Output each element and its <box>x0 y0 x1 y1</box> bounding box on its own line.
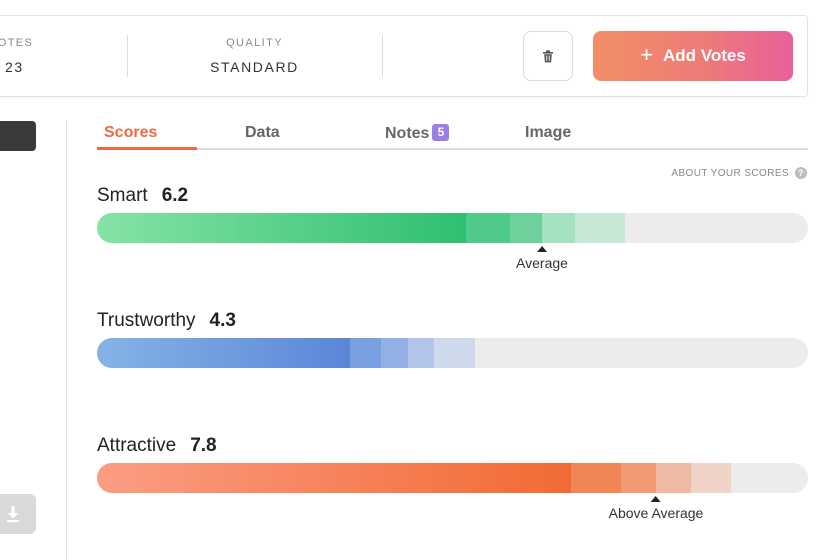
score-fill <box>97 463 571 493</box>
download-button[interactable] <box>0 494 36 534</box>
votes-value: 23 <box>5 59 24 75</box>
tab-notes-label: Notes <box>385 125 430 142</box>
marker-label: Average <box>516 255 568 271</box>
marker-triangle <box>651 496 661 502</box>
score-bar-attractive <box>97 463 808 493</box>
quality-label: QUALITY <box>226 37 283 49</box>
score-bar-smart <box>97 213 808 243</box>
score-band <box>510 213 542 243</box>
marker-triangle <box>537 246 547 252</box>
stats-card: VOTES 23 QUALITY STANDARD + Add Votes <box>0 15 808 97</box>
trash-icon <box>543 49 553 62</box>
score-value: 6.2 <box>161 185 189 206</box>
add-votes-label: Add Votes <box>663 46 746 65</box>
sidebar-divider <box>66 120 67 560</box>
score-fill <box>97 213 466 243</box>
tab-notes[interactable]: Notes 5 <box>385 124 450 143</box>
score-value: 7.8 <box>190 435 217 456</box>
active-tab-indicator <box>97 147 197 150</box>
score-bar-trustworthy <box>97 338 808 368</box>
notes-count-badge: 5 <box>432 124 450 141</box>
delete-button[interactable] <box>523 31 573 81</box>
help-icon: ? <box>795 167 807 179</box>
score-band <box>381 338 408 368</box>
quality-stat: QUALITY STANDARD <box>127 16 382 98</box>
above-average-marker: Above Average <box>608 496 704 521</box>
votes-label: VOTES <box>0 37 34 49</box>
score-band <box>656 463 691 493</box>
about-scores-label: ABOUT YOUR SCORES <box>671 167 789 179</box>
score-band <box>350 338 381 368</box>
score-name: Attractive <box>97 435 177 456</box>
score-value: 4.3 <box>209 310 236 331</box>
score-fill <box>97 338 350 368</box>
score-band <box>466 213 510 243</box>
score-band <box>571 463 621 493</box>
average-marker: Average <box>516 246 568 271</box>
about-scores-link[interactable]: ABOUT YOUR SCORES ? <box>671 167 807 179</box>
score-band <box>542 213 575 243</box>
add-votes-button[interactable]: + Add Votes <box>593 31 793 81</box>
score-title-attractive: Attractive 7.8 <box>97 435 217 457</box>
tab-image[interactable]: Image <box>525 124 571 142</box>
marker-label: Above Average <box>608 505 704 521</box>
score-title-smart: Smart 6.2 <box>97 185 188 207</box>
score-band <box>434 338 475 368</box>
score-band <box>621 463 656 493</box>
score-name: Trustworthy <box>97 310 196 331</box>
tab-scores[interactable]: Scores <box>104 124 157 142</box>
score-band <box>408 338 434 368</box>
quality-value: STANDARD <box>210 59 299 75</box>
plus-icon: + <box>640 42 654 67</box>
sidebar-tab[interactable] <box>0 121 36 151</box>
votes-stat: VOTES 23 <box>0 16 127 98</box>
tab-bar: Scores Data Notes 5 Image <box>97 118 808 150</box>
score-title-trustworthy: Trustworthy 4.3 <box>97 310 236 332</box>
score-band <box>691 463 731 493</box>
score-name: Smart <box>97 185 148 206</box>
download-icon <box>7 506 19 523</box>
tab-data[interactable]: Data <box>245 124 280 142</box>
stat-divider <box>382 35 383 77</box>
score-band <box>575 213 625 243</box>
